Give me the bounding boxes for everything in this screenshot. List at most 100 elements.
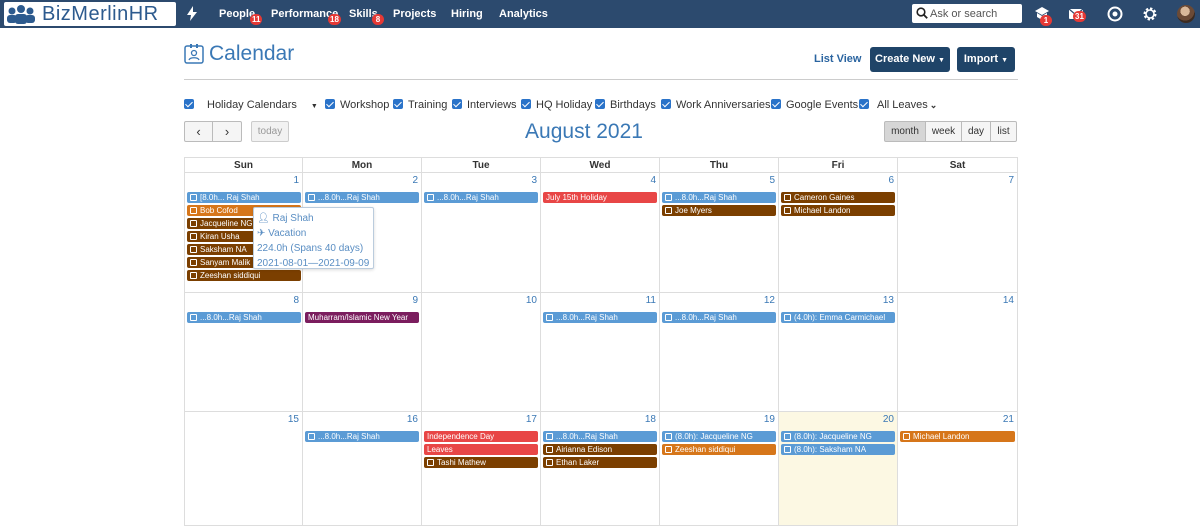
day-cell[interactable]: 19 (8.0h): Jacqueline NG Zeeshan siddiqui (660, 412, 779, 526)
calendar-event[interactable]: Independence Day (424, 431, 538, 442)
calendar-event[interactable]: ...8.0h...Raj Shah (305, 431, 419, 442)
calendar-event[interactable]: Cameron Gaines (781, 192, 895, 203)
caret-down-icon[interactable]: ▼ (311, 103, 318, 110)
day-number[interactable]: 8 (293, 295, 299, 306)
checkbox[interactable] (859, 99, 869, 109)
calendar-event[interactable]: ...8.0h...Raj Shah (543, 431, 657, 442)
calendar-event[interactable]: ...8.0h...Raj Shah (543, 312, 657, 323)
nav-people[interactable]: People (219, 0, 255, 28)
search-input[interactable] (930, 4, 1020, 23)
day-number[interactable]: 1 (293, 175, 299, 186)
day-number[interactable]: 7 (1008, 175, 1014, 186)
calendar-event[interactable]: Michael Landon (900, 431, 1015, 442)
day-number[interactable]: 3 (531, 175, 537, 186)
filter-training[interactable]: Training (393, 98, 447, 112)
day-cell[interactable]: 3 ...8.0h...Raj Shah (422, 173, 541, 293)
day-number[interactable]: 12 (764, 295, 775, 306)
lightning-icon[interactable] (187, 6, 197, 21)
day-number[interactable]: 15 (288, 414, 299, 425)
create-new-button[interactable]: Create New ▼ (870, 47, 950, 72)
calendar-event[interactable]: Airianna Edison (543, 444, 657, 455)
checkbox[interactable] (595, 99, 605, 109)
calendar-event[interactable]: ...8.0h...Raj Shah (662, 312, 776, 323)
day-cell[interactable]: 10 (422, 293, 541, 412)
calendar-event[interactable]: (8.0h): Jacqueline NG (781, 431, 895, 442)
search-box[interactable] (912, 4, 1022, 23)
view-list-button[interactable]: list (991, 121, 1017, 142)
gear-icon[interactable] (1141, 5, 1159, 23)
day-number[interactable]: 10 (526, 295, 537, 306)
day-cell[interactable]: 21 Michael Landon (898, 412, 1018, 526)
help-icon[interactable] (1106, 5, 1124, 23)
nav-projects[interactable]: Projects (393, 0, 436, 28)
filter-interviews[interactable]: Interviews (452, 98, 517, 112)
day-number[interactable]: 14 (1003, 295, 1014, 306)
day-number[interactable]: 2 (412, 175, 418, 186)
filter-hq-holiday[interactable]: HQ Holiday (521, 98, 592, 112)
calendar-event[interactable]: Leaves (424, 444, 538, 455)
checkbox[interactable] (325, 99, 335, 109)
calendar-event[interactable]: ...8.0h...Raj Shah (305, 192, 419, 203)
calendar-event[interactable]: July 15th Holiday (543, 192, 657, 203)
checkbox[interactable] (393, 99, 403, 109)
day-cell[interactable]: 9 Muharram/Islamic New Year (303, 293, 422, 412)
checkbox[interactable] (771, 99, 781, 109)
day-cell[interactable]: 6 Cameron Gaines Michael Landon (779, 173, 898, 293)
day-number[interactable]: 16 (407, 414, 418, 425)
day-cell[interactable]: 7 (898, 173, 1018, 293)
checkbox[interactable] (184, 99, 194, 109)
filter-holiday-calendars[interactable]: Holiday Calendars ▼ (184, 98, 318, 112)
day-cell[interactable]: 12 ...8.0h...Raj Shah (660, 293, 779, 412)
calendar-event[interactable]: Ethan Laker (543, 457, 657, 468)
calendar-event[interactable]: Zeeshan siddiqui (662, 444, 776, 455)
filter-work-anniversaries[interactable]: Work Anniversaries (661, 98, 771, 112)
day-number[interactable]: 9 (412, 295, 418, 306)
day-number[interactable]: 21 (1003, 414, 1014, 425)
calendar-event[interactable]: ...8.0h...Raj Shah (662, 192, 776, 203)
day-number[interactable]: 19 (764, 414, 775, 425)
day-cell[interactable]: 15 (184, 412, 303, 526)
calendar-event[interactable]: ...8.0h...Raj Shah (424, 192, 538, 203)
day-cell[interactable]: 17 Independence Day Leaves Tashi Mathew (422, 412, 541, 526)
day-number[interactable]: 6 (888, 175, 894, 186)
calendar-event[interactable]: (8.0h): Saksham NA (781, 444, 895, 455)
nav-hiring[interactable]: Hiring (451, 0, 483, 28)
calendar-event[interactable]: Michael Landon (781, 205, 895, 216)
prev-month-button[interactable]: ‹ (184, 121, 213, 142)
chevron-down-icon[interactable]: ⌄ (930, 100, 938, 110)
filter-all-leaves[interactable]: All Leaves ⌄ (859, 98, 937, 112)
today-button[interactable]: today (251, 121, 289, 142)
day-cell[interactable]: 11 ...8.0h...Raj Shah (541, 293, 660, 412)
day-number[interactable]: 11 (646, 295, 656, 306)
day-cell[interactable]: 5 ...8.0h...Raj Shah Joe Myers (660, 173, 779, 293)
nav-analytics[interactable]: Analytics (499, 0, 548, 28)
day-number[interactable]: 18 (645, 414, 656, 425)
view-day-button[interactable]: day (962, 121, 991, 142)
filter-birthdays[interactable]: Birthdays (595, 98, 656, 112)
calendar-event[interactable]: (4.0h): Emma Carmichael (781, 312, 895, 323)
list-view-link[interactable]: List View (814, 53, 861, 65)
day-cell[interactable]: 20 (8.0h): Jacqueline NG (8.0h): Saksham N… (779, 412, 898, 526)
checkbox[interactable] (521, 99, 531, 109)
calendar-event[interactable]: [8.0h... Raj Shah (187, 192, 301, 203)
checkbox[interactable] (452, 99, 462, 109)
day-cell[interactable]: 8 ...8.0h...Raj Shah (184, 293, 303, 412)
calendar-event[interactable]: (8.0h): Jacqueline NG (662, 431, 776, 442)
calendar-event[interactable]: Zeeshan siddiqui (187, 270, 301, 281)
calendar-event[interactable]: Muharram/Islamic New Year (305, 312, 419, 323)
calendar-event[interactable]: ...8.0h...Raj Shah (187, 312, 301, 323)
import-button[interactable]: Import ▼ (957, 47, 1015, 72)
day-number[interactable]: 4 (650, 175, 656, 186)
calendar-event[interactable]: Joe Myers (662, 205, 776, 216)
checkbox[interactable] (661, 99, 671, 109)
day-number[interactable]: 5 (769, 175, 775, 186)
view-month-button[interactable]: month (884, 121, 926, 142)
filter-google-events[interactable]: Google Events (771, 98, 858, 112)
day-cell[interactable]: 13 (4.0h): Emma Carmichael (779, 293, 898, 412)
day-cell[interactable]: 4 July 15th Holiday (541, 173, 660, 293)
calendar-event[interactable]: Tashi Mathew (424, 457, 538, 468)
filter-workshop[interactable]: Workshop (325, 98, 389, 112)
next-month-button[interactable]: › (213, 121, 242, 142)
user-avatar[interactable] (1177, 5, 1195, 23)
day-number[interactable]: 13 (883, 295, 894, 306)
